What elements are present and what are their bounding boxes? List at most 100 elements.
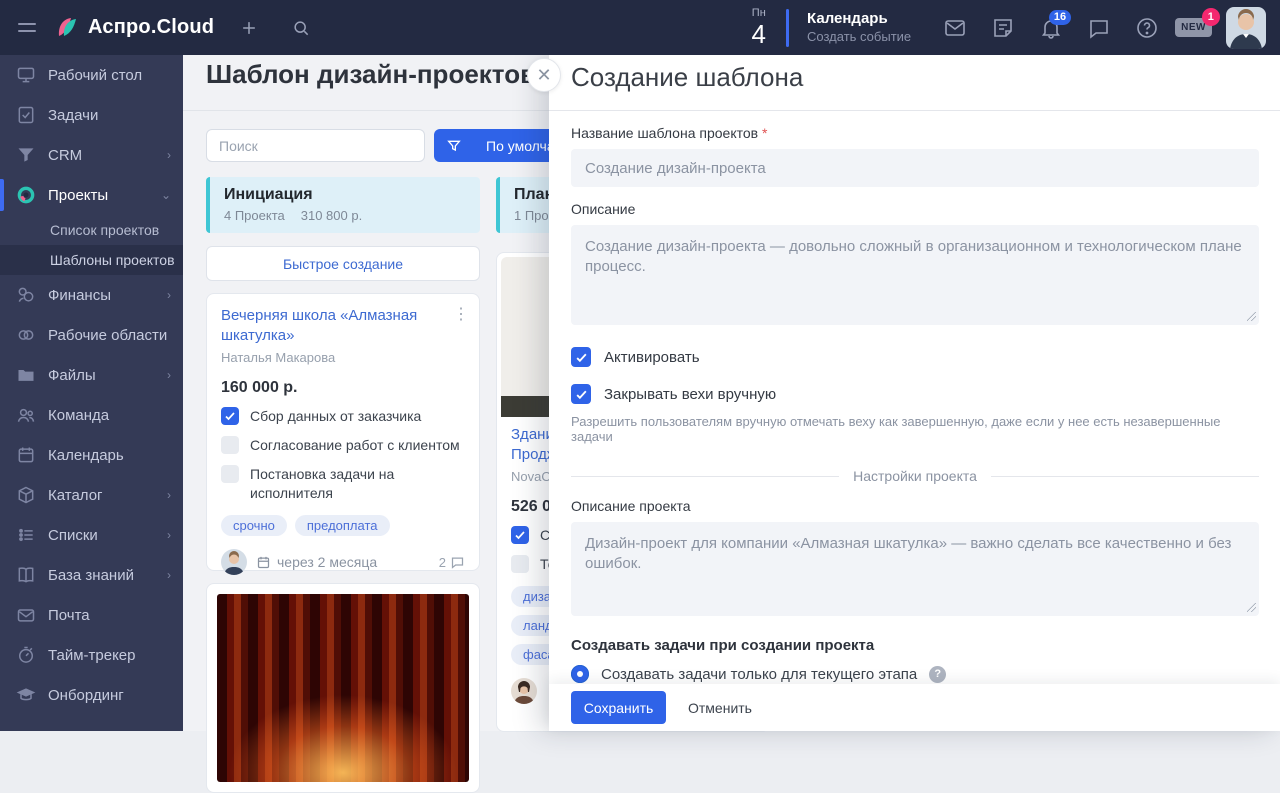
calendar-icon (16, 445, 36, 465)
sidebar-item-onboarding[interactable]: Онбординг (0, 675, 183, 715)
sidebar-item-tasks[interactable]: Задачи (0, 95, 183, 135)
name-field-label: Название шаблона проектов * (571, 125, 1259, 141)
topbar: Аспро.Cloud Пн 4 Календарь Создать событ… (0, 0, 1280, 55)
checklist-item-label: Согласование работ с клиентом (250, 436, 460, 455)
activate-checkbox[interactable] (571, 347, 591, 367)
new-badge-label: NEW (1181, 22, 1206, 33)
add-button[interactable] (232, 11, 266, 45)
column-project-count: 4 Проекта (224, 208, 285, 223)
project-card-image[interactable] (206, 583, 480, 793)
close-milestones-checkbox[interactable] (571, 384, 591, 404)
save-button[interactable]: Сохранить (571, 691, 666, 724)
radio-current-stage-label: Создавать задачи только для текущего эта… (601, 666, 917, 683)
comments-count[interactable]: 2 (439, 555, 465, 570)
template-description-textarea[interactable] (571, 225, 1259, 325)
sidebar-item-calendar[interactable]: Календарь (0, 435, 183, 475)
crm-icon (16, 145, 36, 165)
project-link[interactable]: Вечерняя школа «Алмазная шкатулка» (221, 306, 441, 346)
mail-button[interactable] (935, 8, 975, 48)
card-cover-photo (217, 594, 469, 782)
sidebar-item-lists[interactable]: Списки › (0, 515, 183, 555)
project-description-textarea[interactable] (571, 522, 1259, 616)
funnel-icon (434, 129, 474, 162)
checklist-checkbox[interactable] (221, 407, 239, 425)
calendar-widget-title: Календарь (807, 10, 911, 29)
sidebar-item-team[interactable]: Команда (0, 395, 183, 435)
column-name: Инициация (224, 186, 480, 204)
template-form: Название шаблона проектов * Описание Акт… (571, 111, 1259, 684)
menu-toggle-icon[interactable] (18, 23, 36, 32)
notifications-badge: 16 (1049, 10, 1071, 25)
activate-checkbox-label: Активировать (604, 349, 700, 366)
sidebar-subitem-project-templates[interactable]: Шаблоны проектов (0, 245, 183, 275)
project-amount: 160 000 р. (221, 379, 465, 397)
chevron-right-icon: › (167, 528, 171, 542)
project-card[interactable]: Вечерняя школа «Алмазная шкатулка» ⋮ Нат… (206, 293, 480, 571)
sidebar-subitem-project-list[interactable]: Список проектов (0, 215, 183, 245)
checklist-checkbox[interactable] (511, 526, 529, 544)
sidebar-item-crm[interactable]: CRM › (0, 135, 183, 175)
radio-current-stage[interactable] (571, 665, 589, 683)
search-input[interactable] (206, 129, 425, 162)
logo-mark-icon (54, 15, 80, 41)
sidebar-item-label: Тайм-трекер (48, 647, 171, 664)
chevron-right-icon: › (167, 288, 171, 302)
close-button[interactable]: ✕ (527, 58, 561, 92)
sidebar-item-knowledge-base[interactable]: База знаний › (0, 555, 183, 595)
filter-button[interactable]: По умолчанию (434, 129, 564, 162)
sidebar-item-mail[interactable]: Почта (0, 595, 183, 635)
new-features-button[interactable]: NEW 1 (1175, 18, 1212, 37)
assignee-avatar[interactable] (221, 549, 247, 575)
sidebar-item-workspaces[interactable]: Рабочие области (0, 315, 183, 355)
timer-icon (16, 645, 36, 665)
project-settings-divider: Настройки проекта (571, 468, 1259, 484)
checklist-checkbox[interactable] (221, 465, 239, 483)
feed-button[interactable] (983, 8, 1023, 48)
help-icon[interactable]: ? (929, 666, 946, 683)
chevron-right-icon: › (167, 568, 171, 582)
section-label: Настройки проекта (853, 468, 977, 484)
sidebar-item-label: Календарь (48, 447, 171, 464)
sidebar-item-label: CRM (48, 147, 155, 164)
note-icon (991, 16, 1015, 40)
search-button[interactable] (284, 11, 318, 45)
card-menu-icon[interactable]: ⋮ (453, 304, 469, 324)
project-description-label: Описание проекта (571, 498, 1259, 514)
search-icon (291, 18, 311, 38)
sidebar-item-catalog[interactable]: Каталог › (0, 475, 183, 515)
sidebar-item-projects[interactable]: Проекты ⌄ (0, 175, 183, 215)
comments-number: 2 (439, 555, 446, 570)
calendar-quick-widget[interactable]: Календарь Создать событие (807, 10, 911, 45)
notifications-button[interactable]: 16 (1031, 8, 1071, 48)
day-number: 4 (752, 21, 766, 47)
help-button[interactable] (1127, 8, 1167, 48)
mail-icon (943, 16, 967, 40)
projects-icon (16, 185, 36, 205)
date-widget[interactable]: Пн 4 (752, 8, 766, 47)
new-count-badge: 1 (1202, 8, 1220, 26)
quick-create-button[interactable]: Быстрое создание (206, 246, 480, 281)
desktop-icon (16, 65, 36, 85)
team-icon (16, 405, 36, 425)
tag: срочно (221, 515, 287, 536)
sidebar-subitem-label: Список проектов (50, 222, 159, 238)
checklist-checkbox[interactable] (511, 555, 529, 573)
lists-icon (16, 525, 36, 545)
column-sum: 310 800 р. (301, 208, 362, 223)
cancel-button[interactable]: Отменить (688, 700, 752, 716)
sidebar-subitem-label: Шаблоны проектов (50, 252, 175, 268)
sidebar-item-desktop[interactable]: Рабочий стол (0, 55, 183, 95)
app-logo[interactable]: Аспро.Cloud (54, 15, 214, 41)
assignee-avatar[interactable] (511, 678, 537, 704)
sidebar-item-files[interactable]: Файлы › (0, 355, 183, 395)
check-icon (514, 529, 526, 541)
template-name-input[interactable] (571, 149, 1259, 187)
create-event-link[interactable]: Создать событие (807, 29, 911, 45)
avatar-photo (511, 678, 537, 704)
chat-button[interactable] (1079, 8, 1119, 48)
sidebar-item-time-tracker[interactable]: Тайм-трекер (0, 635, 183, 675)
sidebar-item-finance[interactable]: Финансы › (0, 275, 183, 315)
checklist-checkbox[interactable] (221, 436, 239, 454)
sidebar-item-label: База знаний (48, 567, 155, 584)
user-avatar[interactable] (1226, 7, 1266, 49)
